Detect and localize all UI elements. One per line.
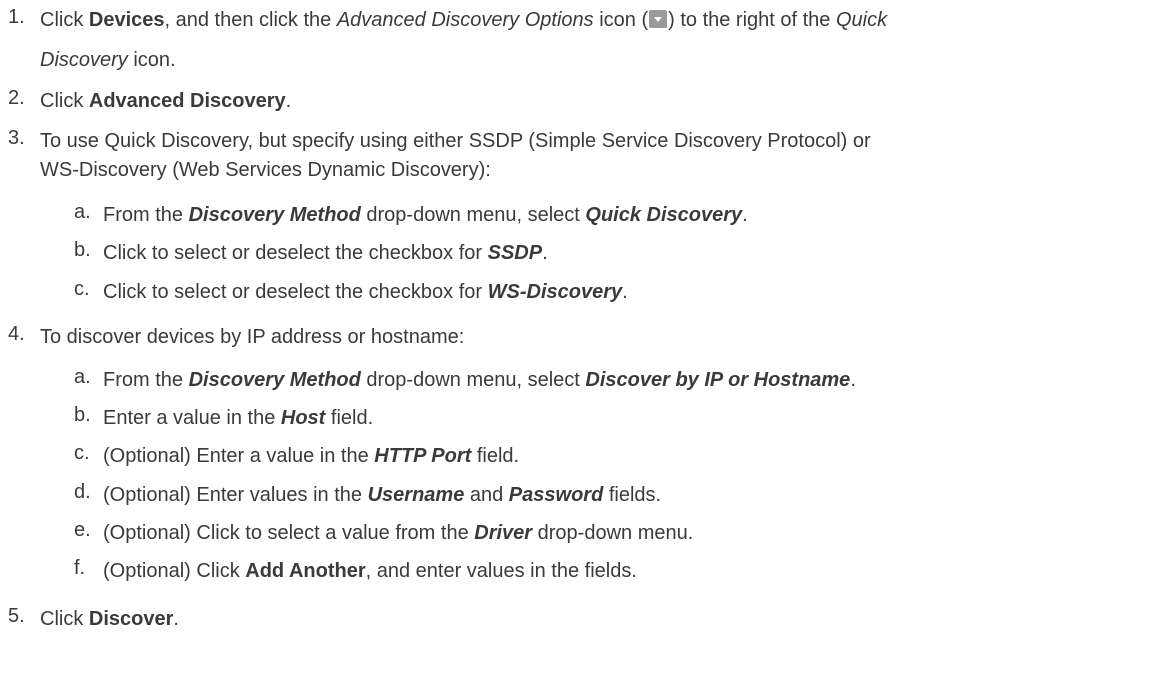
discover-term: Discover [88,608,174,630]
substep-number: e. [74,519,91,541]
substep-text: (Optional) Enter values in the Username … [103,481,661,509]
host-term: Host [280,407,326,429]
step-text-part: Click to select or deselect the checkbox… [103,281,488,303]
discovery-method-term: Discovery Method [188,369,361,391]
username-term: Username [367,484,465,506]
add-another-term: Add Another [245,560,366,582]
substep-number: d. [74,481,91,503]
substep-text: Click to select or deselect the checkbox… [103,278,628,306]
substep-number: a. [74,366,91,388]
substep-text: (Optional) Enter a value in the HTTP Por… [103,442,519,470]
substep-text: (Optional) Click to select a value from … [103,519,693,547]
devices-term: Devices [88,9,165,31]
step-text-part: . [542,242,548,264]
step-text-part: . [285,90,292,112]
step-text-part: . [622,281,628,303]
ws-discovery-term: WS-Discovery [487,281,623,303]
advanced-discovery-term: Advanced Discovery [88,90,286,112]
step-text-part: icon. [127,49,176,71]
step-text-continued: Discovery icon. [40,46,176,74]
step-text-part: Enter a value in the [103,407,281,429]
step-text-part: (Optional) Enter a value in the [103,445,375,467]
step-text-part: drop-down menu. [532,522,694,544]
step-text-part: , and enter values in the fields. [365,560,637,582]
step-text: Click Devices, and then click the Advanc… [40,6,887,34]
substep-text: Click to select or deselect the checkbox… [103,239,548,267]
advanced-discovery-options-term: Advanced Discovery Options [336,9,594,31]
step-text-part: ) to the right of the [668,9,836,31]
step-text-part: Click to select or deselect the checkbox… [103,242,488,264]
step-number: 1. [8,6,25,28]
step-text-part: , and then click the [164,9,337,31]
instructions-document: 1. Click Devices, and then click the Adv… [0,0,1153,693]
step-text-part: drop-down menu, select [360,204,586,226]
advanced-discovery-options-icon [649,10,668,28]
substep-text: From the Discovery Method drop-down menu… [103,366,856,394]
discovery-method-term: Discovery Method [188,204,361,226]
substep-number: c. [74,442,90,464]
ssdp-term: SSDP [487,242,543,264]
step-text-part: (Optional) Click to select a value from … [103,522,475,544]
substep-number: f. [74,557,86,579]
quick-discovery-term: Quick Discovery [585,204,743,226]
step-number: 5. [8,605,25,627]
step-text-part: and [464,484,509,506]
step-text: Click Advanced Discovery. [40,87,291,115]
step-text-part: . [173,608,179,630]
http-port-term: HTTP Port [374,445,472,467]
step-text: To use Quick Discovery, but specify usin… [40,130,871,152]
step-text-part: icon ( [593,9,649,31]
substep-text: Enter a value in the Host field. [103,404,373,432]
step-text-part: (Optional) Enter values in the [103,484,368,506]
step-text-part: fields. [603,484,662,506]
substep-text: (Optional) Click Add Another, and enter … [103,557,637,585]
step-text-part: Click [40,9,89,31]
step-text-part: field. [471,445,520,467]
quick-discovery-term: Quick [835,9,888,31]
substep-number: b. [74,239,91,261]
step-number: 4. [8,323,25,345]
quick-discovery-term-cont: Discovery [40,49,128,71]
step-text-part: . [742,204,748,226]
step-number: 3. [8,127,25,149]
step-number: 2. [8,87,25,109]
step-text-part: . [850,369,856,391]
step-text-part: Click [40,608,89,630]
substep-number: a. [74,201,91,223]
driver-term: Driver [474,522,533,544]
step-text-part: From the [103,204,189,226]
step-text-part: field. [325,407,374,429]
step-text: Click Discover. [40,605,179,633]
step-text-part: Click [40,90,89,112]
step-text-continued: WS-Discovery (Web Services Dynamic Disco… [40,159,491,181]
discover-by-ip-term: Discover by IP or Hostname [585,369,851,391]
step-text-part: drop-down menu, select [360,369,586,391]
substep-number: c. [74,278,90,300]
step-text: To discover devices by IP address or hos… [40,326,465,348]
step-text-part: (Optional) Click [103,560,246,582]
step-text-part: From the [103,369,189,391]
substep-number: b. [74,404,91,426]
password-term: Password [508,484,604,506]
substep-text: From the Discovery Method drop-down menu… [103,201,748,229]
